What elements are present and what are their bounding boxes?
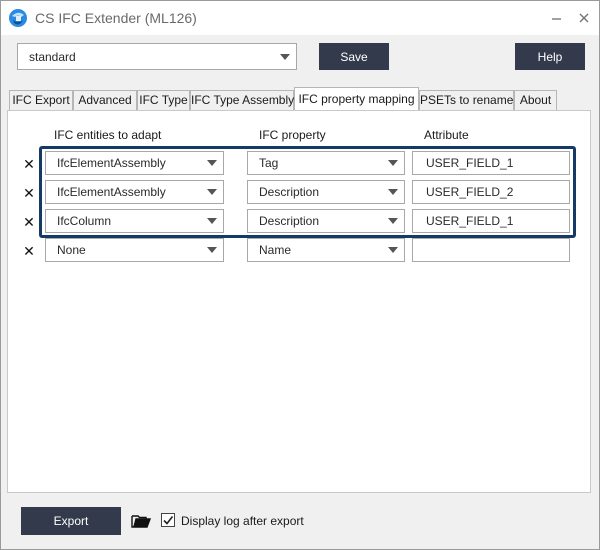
title-bar: CS IFC Extender (ML126) — [1, 1, 599, 35]
property-dropdown[interactable]: Description — [247, 180, 405, 204]
entity-dropdown[interactable]: None — [45, 238, 224, 262]
attribute-value: USER_FIELD_1 — [426, 214, 514, 228]
preset-dropdown[interactable]: standard — [17, 43, 297, 70]
attribute-input[interactable]: USER_FIELD_2 — [412, 180, 570, 204]
column-header-property: IFC property — [259, 128, 326, 142]
app-window: CS IFC Extender (ML126) standard Save He… — [0, 0, 600, 550]
display-log-label: Display log after export — [181, 514, 304, 528]
chevron-down-icon — [388, 247, 398, 253]
entity-dropdown[interactable]: IfcElementAssembly — [45, 180, 224, 204]
close-icon[interactable] — [571, 5, 597, 31]
attribute-value: USER_FIELD_1 — [426, 156, 514, 170]
property-dropdown[interactable]: Name — [247, 238, 405, 262]
save-button[interactable]: Save — [319, 43, 389, 70]
entity-value: IfcElementAssembly — [57, 185, 166, 199]
entity-value: None — [57, 243, 86, 257]
tab-about[interactable]: About — [514, 90, 557, 110]
folder-icon[interactable] — [131, 513, 151, 529]
minimize-icon[interactable] — [543, 5, 569, 31]
chevron-down-icon — [207, 160, 217, 166]
attribute-input[interactable]: USER_FIELD_1 — [412, 151, 570, 175]
chevron-down-icon — [207, 247, 217, 253]
preset-value: standard — [29, 49, 76, 64]
column-header-entity: IFC entities to adapt — [54, 128, 162, 142]
chevron-down-icon — [388, 189, 398, 195]
attribute-value: USER_FIELD_2 — [426, 185, 514, 199]
app-logo-icon — [9, 9, 27, 27]
chevron-down-icon — [388, 160, 398, 166]
attribute-input[interactable]: USER_FIELD_1 — [412, 209, 570, 233]
chevron-down-icon — [207, 189, 217, 195]
tab-ifc-export[interactable]: IFC Export — [9, 90, 73, 110]
tab-advanced[interactable]: Advanced — [73, 90, 137, 110]
property-value: Name — [259, 243, 292, 257]
delete-row-icon[interactable]: ✕ — [22, 157, 36, 171]
delete-row-icon[interactable]: ✕ — [22, 244, 36, 258]
tab-psets-to-rename[interactable]: PSETs to rename — [419, 90, 514, 110]
property-value: Description — [259, 214, 320, 228]
entity-value: IfcColumn — [57, 214, 112, 228]
chevron-down-icon — [388, 218, 398, 224]
entity-dropdown[interactable]: IfcElementAssembly — [45, 151, 224, 175]
column-header-attribute: Attribute — [424, 128, 469, 142]
entity-dropdown[interactable]: IfcColumn — [45, 209, 224, 233]
property-value: Tag — [259, 156, 279, 170]
window-title: CS IFC Extender (ML126) — [35, 10, 197, 26]
checkmark-icon — [163, 516, 174, 525]
tab-ifc-type[interactable]: IFC Type — [137, 90, 190, 110]
delete-row-icon[interactable]: ✕ — [22, 186, 36, 200]
delete-row-icon[interactable]: ✕ — [22, 215, 36, 229]
property-dropdown[interactable]: Tag — [247, 151, 405, 175]
entity-value: IfcElementAssembly — [57, 156, 166, 170]
export-button[interactable]: Export — [21, 507, 121, 535]
property-value: Description — [259, 185, 320, 199]
display-log-checkbox[interactable] — [161, 513, 175, 527]
attribute-input[interactable] — [412, 238, 570, 262]
tab-ifc-type-assembly[interactable]: IFC Type Assembly — [190, 90, 294, 110]
chevron-down-icon — [207, 218, 217, 224]
help-button[interactable]: Help — [515, 43, 585, 70]
tab-ifc-property-mapping[interactable]: IFC property mapping — [294, 87, 419, 111]
chevron-down-icon — [280, 53, 290, 60]
property-dropdown[interactable]: Description — [247, 209, 405, 233]
